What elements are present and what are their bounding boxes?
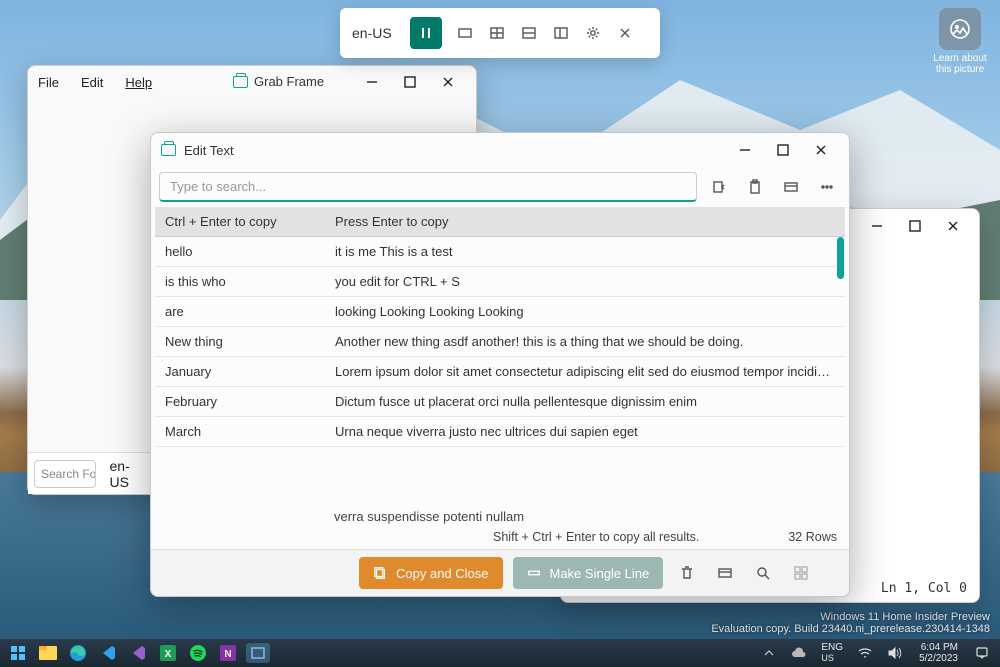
cell-key[interactable]: are: [155, 297, 325, 327]
spotify-icon[interactable]: [186, 643, 210, 663]
pause-button[interactable]: [410, 17, 442, 49]
more-icon[interactable]: [813, 173, 841, 201]
notifications-icon[interactable]: [970, 643, 994, 663]
edge-icon[interactable]: [66, 643, 90, 663]
menu-help[interactable]: Help: [125, 75, 152, 90]
onenote-icon[interactable]: N: [216, 643, 240, 663]
gear-icon[interactable]: [584, 24, 602, 42]
maximize-button[interactable]: [901, 214, 929, 238]
app-icon: [233, 76, 248, 88]
close-button[interactable]: [939, 214, 967, 238]
image-info-icon: [939, 8, 981, 50]
volume-icon[interactable]: [883, 643, 907, 663]
language-chip[interactable]: en-US: [104, 458, 155, 490]
cell-value[interactable]: Urna neque viverra justo nec ultrices du…: [325, 417, 845, 447]
close-button[interactable]: [807, 138, 835, 162]
search-input[interactable]: Search Fo: [34, 460, 96, 488]
search-icon[interactable]: [749, 559, 777, 587]
cell-value[interactable]: it is me This is a test: [325, 237, 845, 267]
learn-label-1: Learn about: [932, 53, 988, 64]
send-icon[interactable]: [705, 173, 733, 201]
app-icon: [161, 144, 176, 156]
table-row[interactable]: FebruaryDictum fusce ut placerat orci nu…: [155, 387, 845, 417]
trash-icon[interactable]: [673, 559, 701, 587]
taskbar: X N ENGUS 6:04 PM5/2/2023: [0, 639, 1000, 667]
cell-value[interactable]: Dictum fusce ut placerat orci nulla pell…: [325, 387, 845, 417]
tray-lang[interactable]: ENGUS: [817, 642, 847, 664]
cursor-position-status: Ln 1, Col 0: [881, 581, 967, 596]
window-title: Grab Frame: [233, 74, 324, 89]
cell-key[interactable]: is this who: [155, 267, 325, 297]
start-button[interactable]: [6, 643, 30, 663]
layout-icon[interactable]: [711, 559, 739, 587]
table-row[interactable]: arelooking Looking Looking Looking: [155, 297, 845, 327]
windows-watermark: Windows 11 Home Insider Preview Evaluati…: [711, 611, 990, 635]
language-chip[interactable]: en-US: [352, 25, 392, 41]
copy-all-hint: Shift + Ctrl + Enter to copy all results…: [493, 530, 699, 544]
cell-value[interactable]: you edit for CTRL + S: [325, 267, 845, 297]
cell-key[interactable]: February: [155, 387, 325, 417]
search-input[interactable]: Type to search...: [159, 172, 697, 202]
maximize-button[interactable]: [769, 138, 797, 162]
table-row[interactable]: helloit is me This is a test: [155, 237, 845, 267]
copy-and-close-button[interactable]: Copy and Close: [359, 557, 503, 589]
cell-value[interactable]: Lorem ipsum dolor sit amet consectetur a…: [325, 357, 845, 387]
scrollbar-thumb[interactable]: [837, 237, 844, 279]
excel-icon[interactable]: X: [156, 643, 180, 663]
maximize-button[interactable]: [396, 70, 424, 94]
table-row[interactable]: is this whoyou edit for CTRL + S: [155, 267, 845, 297]
minimize-button[interactable]: [863, 214, 891, 238]
app-icon[interactable]: [246, 643, 270, 663]
layout-rows-icon[interactable]: [520, 24, 538, 42]
table-row[interactable]: JanuaryLorem ipsum dolor sit amet consec…: [155, 357, 845, 387]
cell-key[interactable]: hello: [155, 237, 325, 267]
svg-text:X: X: [165, 649, 172, 660]
cell-value[interactable]: looking Looking Looking Looking: [325, 297, 845, 327]
col-header-2[interactable]: Press Enter to copy: [325, 207, 845, 237]
row-count-status: 32 Rows: [788, 530, 837, 544]
table-row[interactable]: New thingAnother new thing asdf another!…: [155, 327, 845, 357]
cell-key[interactable]: March: [155, 417, 325, 447]
learn-about-picture-badge[interactable]: Learn about this picture: [932, 8, 988, 75]
window-icon[interactable]: [777, 173, 805, 201]
layout-single-icon[interactable]: [456, 24, 474, 42]
minimize-button[interactable]: [358, 70, 386, 94]
col-header-1[interactable]: Ctrl + Enter to copy: [155, 207, 325, 237]
visualstudio-icon[interactable]: [126, 643, 150, 663]
vscode-icon[interactable]: [96, 643, 120, 663]
wifi-icon[interactable]: [853, 643, 877, 663]
minimize-button[interactable]: [731, 138, 759, 162]
learn-label-2: this picture: [932, 64, 988, 75]
window-title: Edit Text: [184, 143, 234, 158]
close-icon[interactable]: [616, 24, 634, 42]
chevron-up-icon[interactable]: [757, 643, 781, 663]
layout-col-icon[interactable]: [552, 24, 570, 42]
tray-clock[interactable]: 6:04 PM5/2/2023: [913, 642, 964, 664]
layout-grid-icon[interactable]: [488, 24, 506, 42]
menu-file[interactable]: File: [38, 75, 59, 90]
clipboard-icon[interactable]: [741, 173, 769, 201]
table-row[interactable]: MarchUrna neque viverra justo nec ultric…: [155, 417, 845, 447]
cell-value[interactable]: Another new thing asdf another! this is …: [325, 327, 845, 357]
explorer-icon[interactable]: [36, 643, 60, 663]
edit-text-window: Edit Text Type to search... Ctrl + Enter…: [150, 132, 850, 597]
grid-icon[interactable]: [787, 559, 815, 587]
svg-text:N: N: [224, 649, 231, 660]
close-button[interactable]: [434, 70, 462, 94]
onedrive-icon[interactable]: [787, 643, 811, 663]
cell-key[interactable]: January: [155, 357, 325, 387]
menu-edit[interactable]: Edit: [81, 75, 103, 90]
make-single-line-button[interactable]: Make Single Line: [513, 557, 664, 589]
cell-key[interactable]: New thing: [155, 327, 325, 357]
floating-toolbar: en-US: [340, 8, 660, 58]
